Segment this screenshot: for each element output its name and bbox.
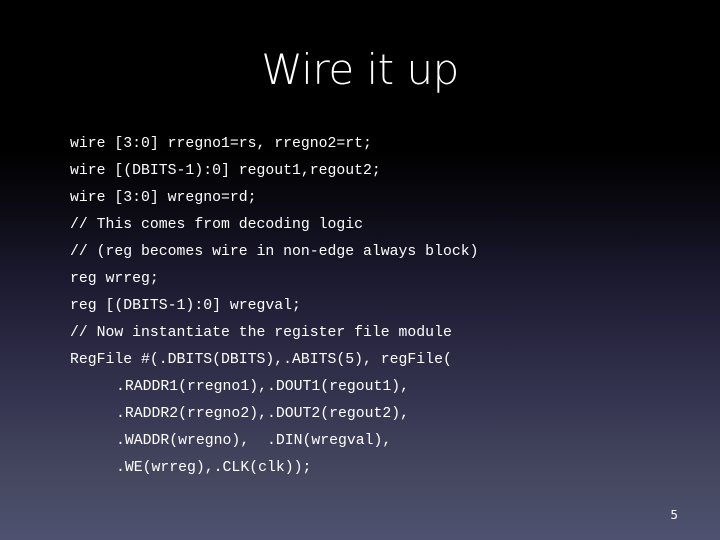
code-line-indented: .WE(wrreg),.CLK(clk)); (116, 460, 312, 476)
code-line: wire [3:0] rregno1=rs, rregno2=rt; (70, 136, 372, 152)
code-comment-line: // This comes from decoding logic (70, 217, 364, 233)
code-comment-line: // (reg becomes wire in non-edge always … (70, 244, 479, 260)
code-line-indented: .RADDR1(rregno1),.DOUT1(regout1), (116, 379, 410, 395)
code-block: wire [3:0] rregno1=rs, rregno2=rt; wire … (70, 131, 478, 482)
code-line: RegFile #(.DBITS(DBITS),.ABITS(5), regFi… (70, 352, 452, 368)
code-line-indented: .WADDR(wregno), .DIN(wregval), (116, 433, 392, 449)
code-line: reg [(DBITS-1):0] wregval; (70, 298, 301, 314)
code-line: reg wrreg; (70, 271, 159, 287)
slide-title: Wire it up (261, 45, 459, 94)
code-comment-line: // Now instantiate the register file mod… (70, 325, 452, 341)
code-line-indented: .RADDR2(rregno2),.DOUT2(regout2), (116, 406, 410, 422)
page-number: 5 (670, 508, 678, 522)
code-line: wire [(DBITS-1):0] regout1,regout2; (70, 163, 381, 179)
code-line: wire [3:0] wregno=rd; (70, 190, 257, 206)
